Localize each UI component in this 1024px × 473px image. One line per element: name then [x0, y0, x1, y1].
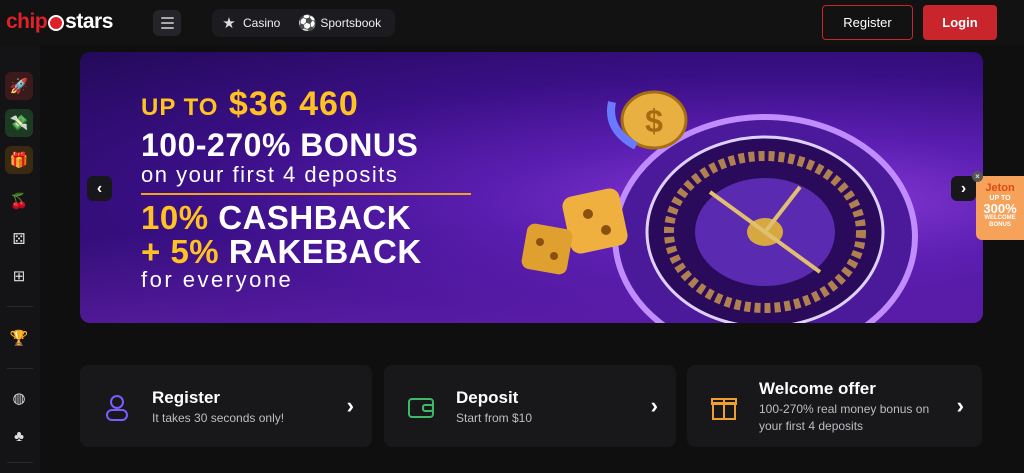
card-title: Deposit [456, 388, 519, 407]
banner-up-to: UP TO [141, 94, 219, 121]
banner-divider [141, 193, 471, 195]
promo-banner[interactable]: $ UP TO $36 460 100-270% BONUS on your f… [80, 52, 983, 323]
card-title: Register [152, 388, 221, 407]
deposit-card[interactable]: Deposit Start from $10 › [384, 365, 676, 447]
nav-casino[interactable]: Casino [243, 16, 280, 30]
dice-icon[interactable]: ⚄ [5, 225, 33, 253]
banner-cashback: 10% CASHBACK [141, 199, 411, 237]
user-icon [106, 395, 128, 421]
top-bar: chip stars ★ Casino ⚽ Sportsbook Registe… [0, 0, 1024, 46]
chevron-right-icon: › [956, 393, 964, 418]
login-button[interactable]: Login [923, 5, 997, 40]
register-button[interactable]: Register [822, 5, 913, 40]
cashback-label: CASHBACK [218, 199, 412, 236]
soccer-ball-icon: ⚽ [298, 15, 318, 32]
sidebar: 🚀 💸 🎁 🍒 ⚄ ⊞ 🏆 ◍ ♣ [0, 46, 40, 473]
gift-icon[interactable]: ⊞ [5, 262, 33, 290]
logo-text-left: chip [6, 10, 48, 33]
sidebar-divider [7, 306, 33, 307]
basketball-icon[interactable]: ◍ [5, 384, 33, 412]
banner-for-everyone: for everyone [141, 267, 294, 292]
card-subtitle: 100-270% real money bonus on your first … [759, 402, 930, 433]
rakeback-label: RAKEBACK [228, 233, 422, 270]
banner-bonus-sub: on your first 4 deposits [141, 162, 399, 187]
rakeback-value: + 5% [141, 233, 220, 270]
banner-bonus: 100-270% BONUS [141, 127, 419, 163]
jeton-promo-widget[interactable]: × Jeton UP TO 300% WELCOME BONUS [972, 171, 1024, 240]
nav-sportsbook[interactable]: Sportsbook [320, 16, 381, 30]
promo-bonus: BONUS [989, 222, 1011, 228]
chevron-right-icon: › [346, 393, 354, 418]
promo-percent: 300% [983, 201, 1017, 216]
svg-text:$: $ [645, 103, 663, 139]
sidebar-divider [7, 368, 33, 369]
dollar-coin-illustration: $ [607, 90, 688, 150]
dice-illustration [521, 188, 628, 275]
rocket-icon[interactable]: 🚀 [5, 72, 33, 100]
banner-headline: UP TO $36 460 [141, 85, 359, 124]
banner-amount: $36 460 [228, 85, 359, 123]
site-logo[interactable]: chip stars [6, 10, 113, 34]
close-icon[interactable]: × [972, 171, 983, 182]
money-icon[interactable]: 💸 [5, 109, 33, 137]
cashback-value: 10% [141, 199, 209, 236]
logo-text-right: stars [65, 10, 113, 33]
sidebar-divider [7, 462, 33, 463]
gift-icon [711, 398, 737, 420]
trophy-icon[interactable]: 🏆 [5, 324, 33, 352]
main-nav: ★ Casino ⚽ Sportsbook [212, 9, 395, 37]
welcome-offer-card[interactable]: Welcome offer 100-270% real money bonus … [687, 365, 982, 447]
poker-chip-icon [48, 15, 65, 31]
chevron-right-icon: › [650, 393, 658, 418]
card-subtitle: It takes 30 seconds only! [152, 411, 285, 425]
wallet-icon [408, 398, 434, 418]
promo-brand: Jeton [985, 182, 1015, 194]
cherries-icon[interactable]: 🍒 [5, 187, 33, 215]
banner-prev-button[interactable]: ‹ [87, 176, 112, 201]
card-subtitle: Start from $10 [456, 411, 533, 425]
register-card[interactable]: Register It takes 30 seconds only! › [80, 365, 372, 447]
banner-rakeback: + 5% RAKEBACK [141, 233, 422, 271]
gift-box-icon[interactable]: 🎁 [5, 146, 33, 174]
hamburger-menu-button[interactable] [153, 10, 181, 36]
clubs-icon[interactable]: ♣ [5, 422, 33, 450]
star-icon: ★ [222, 15, 236, 32]
promo-welcome: WELCOME [984, 215, 1016, 221]
card-title: Welcome offer [759, 379, 876, 398]
